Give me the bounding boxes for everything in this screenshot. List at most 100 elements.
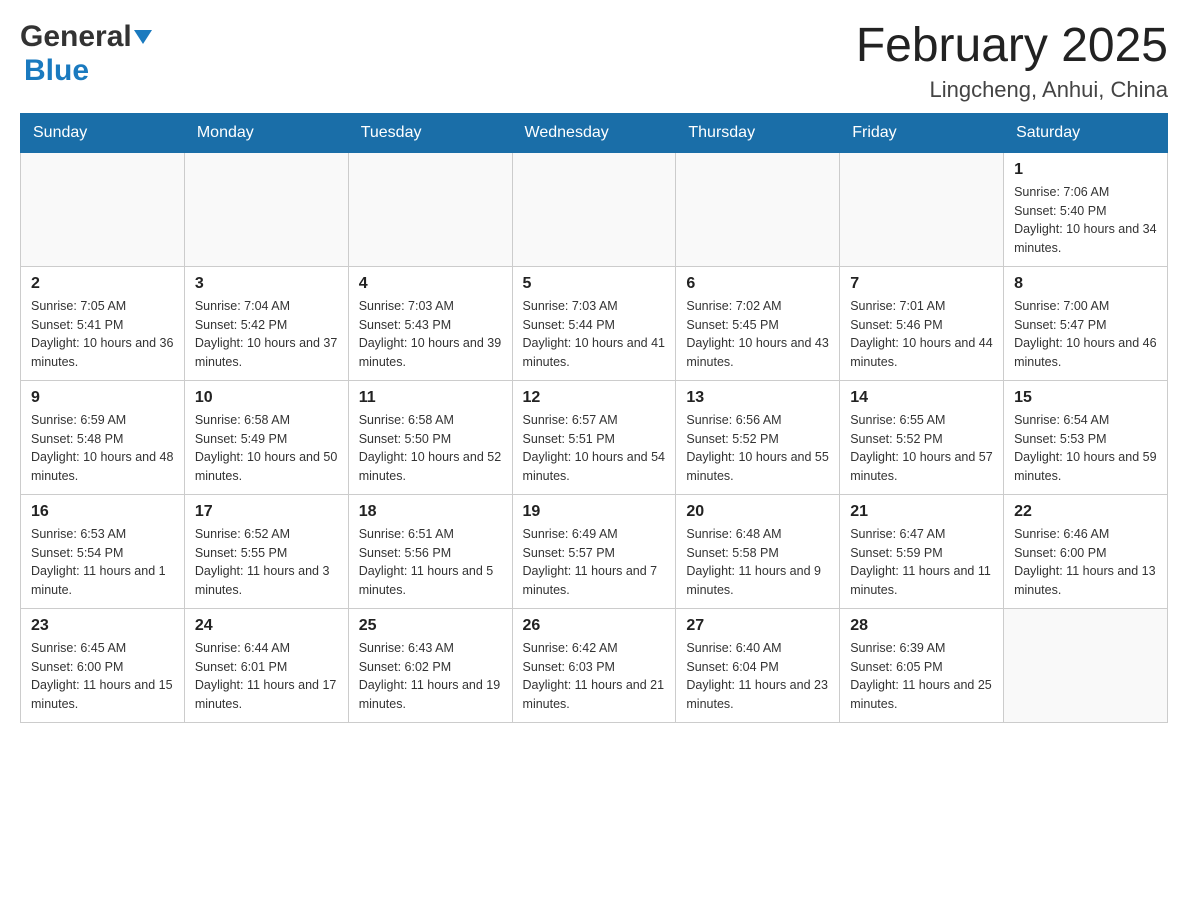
calendar-cell xyxy=(676,152,840,266)
calendar-cell: 8Sunrise: 7:00 AMSunset: 5:47 PMDaylight… xyxy=(1004,266,1168,380)
weekday-header-monday: Monday xyxy=(184,113,348,152)
calendar-cell: 15 Sunrise: 6:54 AMSunset: 5:53 PMDayligh… xyxy=(1004,380,1168,494)
day-info: Sunrise: 6:58 AMSunset: 5:50 PMDaylight:… xyxy=(359,411,502,486)
calendar-cell: 27 Sunrise: 6:40 AMSunset: 6:04 PMDayligh… xyxy=(676,608,840,722)
day-info: Sunrise: 6:53 AMSunset: 5:54 PMDaylight:… xyxy=(31,525,174,600)
day-info: Sunrise: 6:47 AMSunset: 5:59 PMDaylight:… xyxy=(850,525,993,600)
calendar-cell: 21 Sunrise: 6:47 AMSunset: 5:59 PMDayligh… xyxy=(840,494,1004,608)
day-info: Sunrise: 6:45 AMSunset: 6:00 PMDaylight:… xyxy=(31,639,174,714)
month-title: February 2025 xyxy=(856,20,1168,73)
day-info: Sunrise: 6:58 AMSunset: 5:49 PMDaylight:… xyxy=(195,411,338,486)
day-info: Sunrise: 7:05 AMSunset: 5:41 PMDaylight:… xyxy=(31,297,174,372)
calendar-table: SundayMondayTuesdayWednesdayThursdayFrid… xyxy=(20,113,1168,723)
calendar-week-2: 2 Sunrise: 7:05 AMSunset: 5:41 PMDaylight… xyxy=(21,266,1168,380)
calendar-header-row: SundayMondayTuesdayWednesdayThursdayFrid… xyxy=(21,113,1168,152)
day-number: 9 xyxy=(31,389,174,407)
calendar-cell: 10 Sunrise: 6:58 AMSunset: 5:49 PMDayligh… xyxy=(184,380,348,494)
day-info: Sunrise: 6:43 AMSunset: 6:02 PMDaylight:… xyxy=(359,639,502,714)
day-number: 28 xyxy=(850,617,993,635)
day-number: 7 xyxy=(850,275,993,293)
calendar-cell: 17 Sunrise: 6:52 AMSunset: 5:55 PMDayligh… xyxy=(184,494,348,608)
calendar-cell: 13Sunrise: 6:56 AMSunset: 5:52 PMDayligh… xyxy=(676,380,840,494)
day-number: 22 xyxy=(1014,503,1157,521)
title-block: February 2025 Lingcheng, Anhui, China xyxy=(856,20,1168,103)
calendar-cell: 20 Sunrise: 6:48 AMSunset: 5:58 PMDayligh… xyxy=(676,494,840,608)
day-number: 6 xyxy=(686,275,829,293)
day-number: 27 xyxy=(686,617,829,635)
calendar-week-5: 23 Sunrise: 6:45 AMSunset: 6:00 PMDayligh… xyxy=(21,608,1168,722)
day-info: Sunrise: 6:39 AMSunset: 6:05 PMDaylight:… xyxy=(850,639,993,714)
calendar-cell: 3Sunrise: 7:04 AMSunset: 5:42 PMDaylight… xyxy=(184,266,348,380)
day-number: 21 xyxy=(850,503,993,521)
calendar-cell: 1 Sunrise: 7:06 AMSunset: 5:40 PMDaylight… xyxy=(1004,152,1168,266)
day-number: 16 xyxy=(31,503,174,521)
day-info: Sunrise: 7:03 AMSunset: 5:44 PMDaylight:… xyxy=(523,297,666,372)
calendar-cell: 4 Sunrise: 7:03 AMSunset: 5:43 PMDaylight… xyxy=(348,266,512,380)
day-number: 17 xyxy=(195,503,338,521)
day-info: Sunrise: 7:01 AMSunset: 5:46 PMDaylight:… xyxy=(850,297,993,372)
calendar-cell: 25 Sunrise: 6:43 AMSunset: 6:02 PMDayligh… xyxy=(348,608,512,722)
calendar-cell xyxy=(348,152,512,266)
day-info: Sunrise: 6:52 AMSunset: 5:55 PMDaylight:… xyxy=(195,525,338,600)
day-info: Sunrise: 6:56 AMSunset: 5:52 PMDaylight:… xyxy=(686,411,829,486)
day-info: Sunrise: 6:42 AMSunset: 6:03 PMDaylight:… xyxy=(523,639,666,714)
day-info: Sunrise: 6:59 AMSunset: 5:48 PMDaylight:… xyxy=(31,411,174,486)
day-number: 3 xyxy=(195,275,338,293)
calendar-cell xyxy=(512,152,676,266)
day-info: Sunrise: 6:51 AMSunset: 5:56 PMDaylight:… xyxy=(359,525,502,600)
calendar-cell: 11 Sunrise: 6:58 AMSunset: 5:50 PMDayligh… xyxy=(348,380,512,494)
calendar-week-3: 9 Sunrise: 6:59 AMSunset: 5:48 PMDaylight… xyxy=(21,380,1168,494)
day-number: 5 xyxy=(523,275,666,293)
weekday-header-friday: Friday xyxy=(840,113,1004,152)
day-number: 4 xyxy=(359,275,502,293)
calendar-cell xyxy=(1004,608,1168,722)
calendar-cell: 7 Sunrise: 7:01 AMSunset: 5:46 PMDaylight… xyxy=(840,266,1004,380)
logo-general-text: General xyxy=(20,20,132,54)
day-number: 1 xyxy=(1014,161,1157,179)
day-info: Sunrise: 7:06 AMSunset: 5:40 PMDaylight:… xyxy=(1014,183,1157,258)
location: Lingcheng, Anhui, China xyxy=(856,77,1168,103)
calendar-cell: 6 Sunrise: 7:02 AMSunset: 5:45 PMDaylight… xyxy=(676,266,840,380)
calendar-cell: 14 Sunrise: 6:55 AMSunset: 5:52 PMDayligh… xyxy=(840,380,1004,494)
day-number: 2 xyxy=(31,275,174,293)
page-header: General Blue February 2025 Lingcheng, An… xyxy=(20,20,1168,103)
calendar-cell: 2 Sunrise: 7:05 AMSunset: 5:41 PMDaylight… xyxy=(21,266,185,380)
calendar-week-4: 16 Sunrise: 6:53 AMSunset: 5:54 PMDayligh… xyxy=(21,494,1168,608)
calendar-cell: 9 Sunrise: 6:59 AMSunset: 5:48 PMDaylight… xyxy=(21,380,185,494)
calendar-cell: 19Sunrise: 6:49 AMSunset: 5:57 PMDayligh… xyxy=(512,494,676,608)
day-number: 20 xyxy=(686,503,829,521)
weekday-header-thursday: Thursday xyxy=(676,113,840,152)
calendar-cell: 12Sunrise: 6:57 AMSunset: 5:51 PMDayligh… xyxy=(512,380,676,494)
logo: General Blue xyxy=(20,20,152,88)
day-number: 26 xyxy=(523,617,666,635)
calendar-week-1: 1 Sunrise: 7:06 AMSunset: 5:40 PMDaylight… xyxy=(21,152,1168,266)
calendar-cell: 22 Sunrise: 6:46 AMSunset: 6:00 PMDayligh… xyxy=(1004,494,1168,608)
day-number: 14 xyxy=(850,389,993,407)
day-info: Sunrise: 7:02 AMSunset: 5:45 PMDaylight:… xyxy=(686,297,829,372)
day-info: Sunrise: 7:00 AMSunset: 5:47 PMDaylight:… xyxy=(1014,297,1157,372)
day-number: 23 xyxy=(31,617,174,635)
day-info: Sunrise: 7:03 AMSunset: 5:43 PMDaylight:… xyxy=(359,297,502,372)
day-number: 18 xyxy=(359,503,502,521)
calendar-cell: 16 Sunrise: 6:53 AMSunset: 5:54 PMDayligh… xyxy=(21,494,185,608)
day-info: Sunrise: 6:54 AMSunset: 5:53 PMDaylight:… xyxy=(1014,411,1157,486)
day-number: 12 xyxy=(523,389,666,407)
calendar-cell: 24Sunrise: 6:44 AMSunset: 6:01 PMDayligh… xyxy=(184,608,348,722)
day-info: Sunrise: 6:44 AMSunset: 6:01 PMDaylight:… xyxy=(195,639,338,714)
logo-arrow-icon xyxy=(134,30,152,44)
weekday-header-sunday: Sunday xyxy=(21,113,185,152)
calendar-cell: 23 Sunrise: 6:45 AMSunset: 6:00 PMDayligh… xyxy=(21,608,185,722)
weekday-header-tuesday: Tuesday xyxy=(348,113,512,152)
day-number: 10 xyxy=(195,389,338,407)
day-info: Sunrise: 6:46 AMSunset: 6:00 PMDaylight:… xyxy=(1014,525,1157,600)
day-info: Sunrise: 6:40 AMSunset: 6:04 PMDaylight:… xyxy=(686,639,829,714)
calendar-cell: 18 Sunrise: 6:51 AMSunset: 5:56 PMDayligh… xyxy=(348,494,512,608)
day-number: 25 xyxy=(359,617,502,635)
day-number: 15 xyxy=(1014,389,1157,407)
day-number: 11 xyxy=(359,389,502,407)
day-info: Sunrise: 6:55 AMSunset: 5:52 PMDaylight:… xyxy=(850,411,993,486)
calendar-cell xyxy=(840,152,1004,266)
day-number: 19 xyxy=(523,503,666,521)
calendar-cell: 26 Sunrise: 6:42 AMSunset: 6:03 PMDayligh… xyxy=(512,608,676,722)
day-info: Sunrise: 6:48 AMSunset: 5:58 PMDaylight:… xyxy=(686,525,829,600)
